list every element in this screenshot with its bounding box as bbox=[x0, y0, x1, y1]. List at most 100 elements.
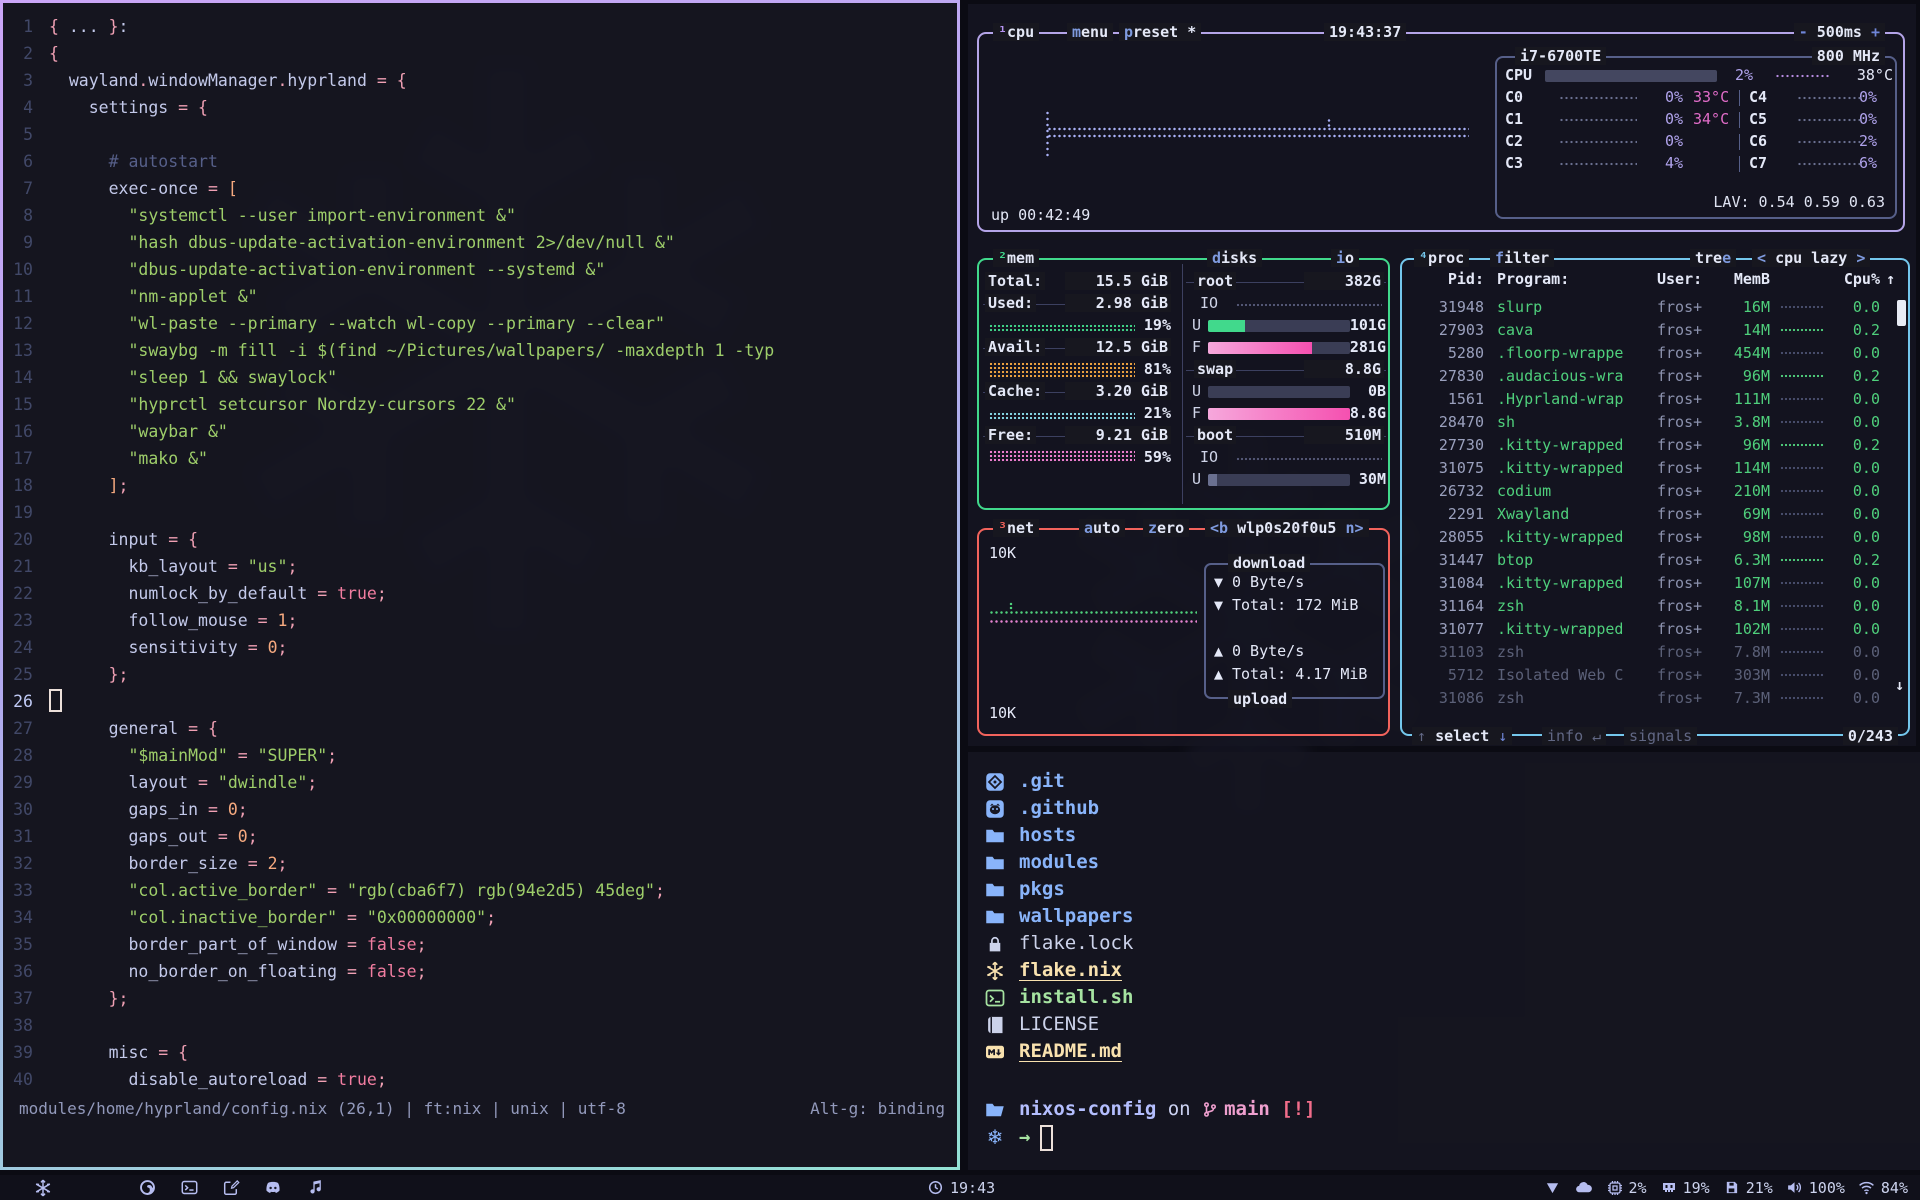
process-row[interactable]: 28055 .kitty-wrapped fros+ 98M 0.0 bbox=[1402, 526, 1908, 549]
code-line[interactable]: 10 "dbus-update-activation-environment -… bbox=[3, 256, 957, 283]
code-line[interactable]: 12 "wl-paste --primary --watch wl-copy -… bbox=[3, 310, 957, 337]
music-launcher-icon[interactable] bbox=[306, 1179, 324, 1197]
code-line[interactable]: 39 misc = { bbox=[3, 1039, 957, 1066]
process-row[interactable]: 31075 .kitty-wrapped fros+ 114M 0.0 bbox=[1402, 457, 1908, 480]
proc-signals-control[interactable]: signals bbox=[1624, 727, 1697, 745]
code-line[interactable]: 24 sensitivity = 0; bbox=[3, 634, 957, 661]
code-line[interactable]: 40 disable_autoreload = true; bbox=[3, 1066, 957, 1093]
net-zero-button[interactable]: zero bbox=[1143, 519, 1189, 537]
process-row[interactable]: 27903 cava fros+ 14M 0.2 bbox=[1402, 319, 1908, 342]
proc-filter-button[interactable]: filter bbox=[1490, 249, 1554, 267]
taskbar-wifi-indicator[interactable]: 84% bbox=[1858, 1179, 1908, 1197]
tab-mem[interactable]: ²mem bbox=[993, 249, 1039, 267]
process-row[interactable]: 27830 .audacious-wra fros+ 96M 0.2 bbox=[1402, 365, 1908, 388]
nixos-launcher-icon[interactable] bbox=[34, 1179, 52, 1197]
process-row[interactable]: 26732 codium fros+ 210M 0.0 bbox=[1402, 480, 1908, 503]
proc-tree-button[interactable]: tree bbox=[1690, 249, 1736, 267]
taskbar-cloud-indicator[interactable] bbox=[1575, 1179, 1593, 1197]
code-line[interactable]: 5 bbox=[3, 121, 957, 148]
io-toggle[interactable]: io bbox=[1331, 249, 1359, 267]
code-line[interactable]: 20 input = { bbox=[3, 526, 957, 553]
shell-input-line[interactable]: ❄ → bbox=[984, 1124, 1053, 1151]
code-line[interactable]: 19 bbox=[3, 499, 957, 526]
net-interface-switch[interactable]: <b wlp0s20f0u5 n> bbox=[1205, 519, 1369, 537]
code-area[interactable]: 1{ ... }:2{3 wayland.windowManager.hyprl… bbox=[3, 13, 957, 1093]
code-line[interactable]: 38 bbox=[3, 1012, 957, 1039]
proc-select-control[interactable]: ↑ select ↓ bbox=[1412, 727, 1512, 745]
code-line[interactable]: 4 settings = { bbox=[3, 94, 957, 121]
proc-scroll-down-arrow[interactable]: ↓ bbox=[1895, 676, 1904, 694]
process-row[interactable]: 5280 .floorp-wrappe fros+ 454M 0.0 bbox=[1402, 342, 1908, 365]
disks-toggle[interactable]: disks bbox=[1207, 249, 1262, 267]
code-line[interactable]: 34 "col.inactive_border" = "0x00000000"; bbox=[3, 904, 957, 931]
code-line[interactable]: 9 "hash dbus-update-activation-environme… bbox=[3, 229, 957, 256]
taskbar-volume-indicator[interactable]: 100% bbox=[1786, 1179, 1845, 1197]
code-line[interactable]: 15 "hyprctl setcursor Nordzy-cursors 22 … bbox=[3, 391, 957, 418]
interval-plus-button[interactable]: + bbox=[1871, 23, 1880, 41]
taskbar-disk-indicator[interactable]: 21% bbox=[1723, 1179, 1773, 1197]
code-line[interactable]: 29 layout = "dwindle"; bbox=[3, 769, 957, 796]
code-line[interactable]: 35 border_part_of_window = false; bbox=[3, 931, 957, 958]
code-line[interactable]: 8 "systemctl --user import-environment &… bbox=[3, 202, 957, 229]
editor-window[interactable]: 1{ ... }:2{3 wayland.windowManager.hyprl… bbox=[0, 0, 960, 1170]
git-dirty-status: [!] bbox=[1281, 1096, 1315, 1123]
tab-proc[interactable]: ⁴proc bbox=[1414, 249, 1469, 267]
code-line[interactable]: 30 gaps_in = 0; bbox=[3, 796, 957, 823]
process-row[interactable]: 1561 .Hyprland-wrap fros+ 111M 0.0 bbox=[1402, 388, 1908, 411]
process-row[interactable]: 5712 Isolated Web C fros+ 303M 0.0 bbox=[1402, 664, 1908, 687]
code-line[interactable]: 17 "mako &" bbox=[3, 445, 957, 472]
code-line[interactable]: 31 gaps_out = 0; bbox=[3, 823, 957, 850]
taskbar-memory-indicator[interactable]: 19% bbox=[1660, 1179, 1710, 1197]
interval-minus-button[interactable]: - bbox=[1799, 23, 1808, 41]
proc-info-control[interactable]: info ↵ bbox=[1542, 727, 1606, 745]
code-line[interactable]: 25 }; bbox=[3, 661, 957, 688]
process-row[interactable]: 2291 Xwayland fros+ 69M 0.0 bbox=[1402, 503, 1908, 526]
code-line[interactable]: 36 no_border_on_floating = false; bbox=[3, 958, 957, 985]
code-line[interactable]: 22 numlock_by_default = true; bbox=[3, 580, 957, 607]
code-line[interactable]: 13 "swaybg -m fill -i $(find ~/Pictures/… bbox=[3, 337, 957, 364]
notes-launcher-icon[interactable] bbox=[222, 1179, 240, 1197]
code-line[interactable]: 3 wayland.windowManager.hyprland = { bbox=[3, 67, 957, 94]
process-row[interactable]: 28470 sh fros+ 3.8M 0.0 bbox=[1402, 411, 1908, 434]
code-line[interactable]: 28 "$mainMod" = "SUPER"; bbox=[3, 742, 957, 769]
code-line[interactable]: 21 kb_layout = "us"; bbox=[3, 553, 957, 580]
process-row[interactable]: 31084 .kitty-wrapped fros+ 107M 0.0 bbox=[1402, 572, 1908, 595]
process-row[interactable]: 31086 zsh fros+ 7.3M 0.0 bbox=[1402, 687, 1908, 710]
code-line[interactable]: 6 # autostart bbox=[3, 148, 957, 175]
taskbar-network-indicator[interactable] bbox=[1544, 1179, 1562, 1197]
code-line[interactable]: 37 }; bbox=[3, 985, 957, 1012]
btop-window[interactable]: ¹cpu menu preset * 19:43:37 - 500ms + up… bbox=[968, 4, 1916, 746]
btop-menu-button[interactable]: menu bbox=[1067, 23, 1113, 41]
firefox-launcher-icon[interactable] bbox=[138, 1179, 156, 1197]
code-line[interactable]: 27 general = { bbox=[3, 715, 957, 742]
code-line[interactable]: 14 "sleep 1 && swaylock" bbox=[3, 364, 957, 391]
process-row[interactable]: 31077 .kitty-wrapped fros+ 102M 0.0 bbox=[1402, 618, 1908, 641]
terminal-window[interactable]: .git.githubhostsmodulespkgswallpapersfla… bbox=[968, 752, 1920, 1170]
code-line[interactable]: 33 "col.active_border" = "rgb(cba6f7) rg… bbox=[3, 877, 957, 904]
code-line[interactable]: 7 exec-once = [ bbox=[3, 175, 957, 202]
code-line[interactable]: 23 follow_mouse = 1; bbox=[3, 607, 957, 634]
process-row[interactable]: 31948 slurp fros+ 16M 0.0 bbox=[1402, 296, 1908, 319]
process-row[interactable]: 27730 .kitty-wrapped fros+ 96M 0.2 bbox=[1402, 434, 1908, 457]
taskbar-cpu-indicator[interactable]: 2% bbox=[1606, 1179, 1647, 1197]
discord-launcher-icon[interactable] bbox=[264, 1179, 282, 1197]
proc-sort-selector[interactable]: < cpu lazy > bbox=[1752, 249, 1870, 267]
code-line[interactable]: 18 ]; bbox=[3, 472, 957, 499]
terminal-launcher-icon[interactable] bbox=[180, 1179, 198, 1197]
process-row[interactable]: 31447 btop fros+ 6.3M 0.2 bbox=[1402, 549, 1908, 572]
code-line[interactable]: 11 "nm-applet &" bbox=[3, 283, 957, 310]
net-auto-button[interactable]: auto bbox=[1079, 519, 1125, 537]
taskbar-clock[interactable]: 19:43 bbox=[926, 1179, 995, 1197]
process-row[interactable]: 31103 zsh fros+ 7.8M 0.0 bbox=[1402, 641, 1908, 664]
code-line[interactable]: 26 bbox=[3, 688, 957, 715]
tab-net[interactable]: ³net bbox=[993, 519, 1039, 537]
proc-scrollbar[interactable] bbox=[1897, 300, 1906, 326]
btop-interval-control[interactable]: - 500ms + bbox=[1794, 23, 1885, 41]
btop-preset-button[interactable]: preset * bbox=[1119, 23, 1201, 41]
tab-cpu[interactable]: ¹cpu bbox=[993, 23, 1039, 41]
code-line[interactable]: 2{ bbox=[3, 40, 957, 67]
code-line[interactable]: 1{ ... }: bbox=[3, 13, 957, 40]
code-line[interactable]: 16 "waybar &" bbox=[3, 418, 957, 445]
code-line[interactable]: 32 border_size = 2; bbox=[3, 850, 957, 877]
process-row[interactable]: 31164 zsh fros+ 8.1M 0.0 bbox=[1402, 595, 1908, 618]
